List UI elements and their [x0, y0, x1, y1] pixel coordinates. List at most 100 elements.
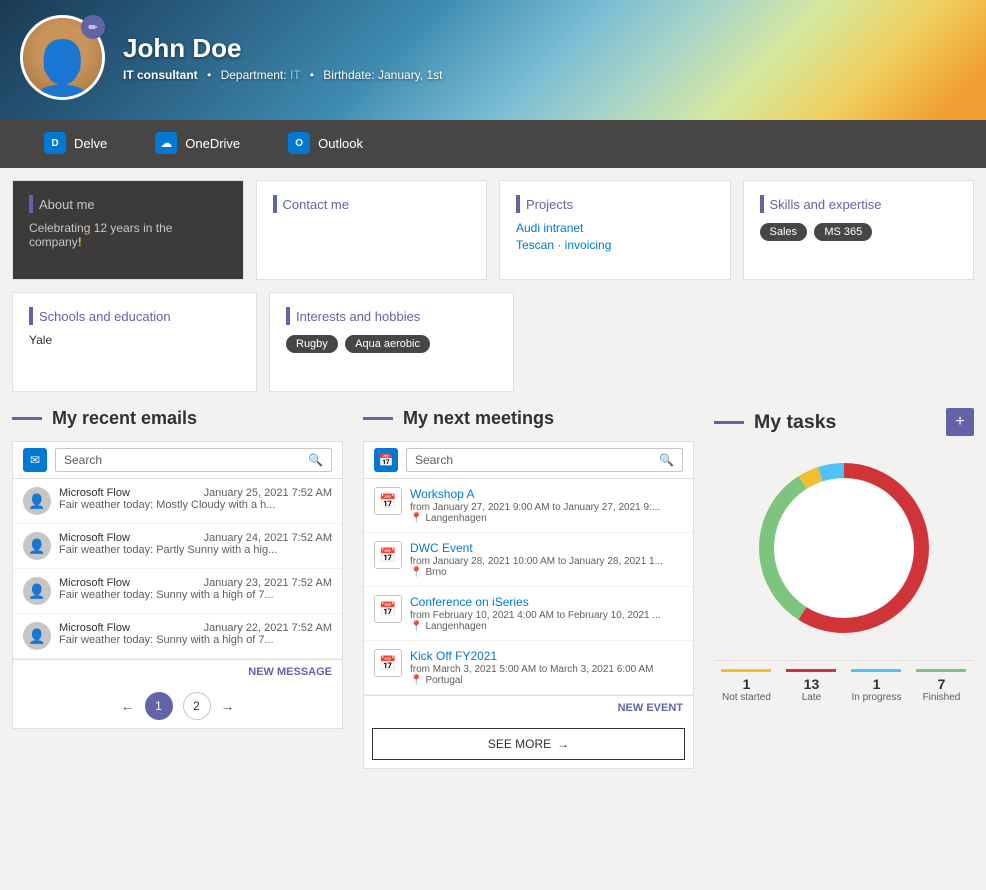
new-message-button[interactable]: NEW MESSAGE: [13, 659, 342, 684]
meetings-panel: 📅 Search 🔍 📅 Workshop A from January 27,…: [363, 441, 694, 769]
bottom-section: My recent emails ✉ Search 🔍 👤 Microsoft …: [0, 408, 986, 781]
meetings-search-input[interactable]: Search 🔍: [406, 448, 683, 472]
meeting-item[interactable]: 📅 Workshop A from January 27, 2021 9:00 …: [364, 479, 693, 533]
projects-card: Projects Audi intranet Tescan · invoicin…: [499, 180, 731, 280]
cards-section: About me Celebrating 12 years in the com…: [0, 168, 986, 392]
email-avatar: 👤: [23, 487, 51, 515]
legend-bar-not-started: [721, 669, 771, 672]
delve-icon: D: [44, 132, 66, 154]
about-body: Celebrating 12 years in the company!: [29, 221, 227, 249]
email-header: Microsoft Flow January 24, 2021 7:52 AM: [59, 532, 332, 544]
legend-late: 13 Late: [786, 669, 836, 703]
dept-label: Department: IT: [221, 68, 301, 82]
spacer: [526, 292, 974, 392]
skills-body: Sales MS 365: [760, 221, 958, 241]
schools-title: Schools and education: [29, 307, 240, 325]
meeting-calendar-icon: 📅: [374, 649, 402, 677]
meetings-header: My next meetings: [363, 408, 694, 429]
email-header: Microsoft Flow January 23, 2021 7:52 AM: [59, 577, 332, 589]
see-more-button[interactable]: SEE MORE →: [372, 728, 685, 760]
page-2-button[interactable]: 2: [183, 692, 211, 720]
email-avatar: 👤: [23, 622, 51, 650]
cards-row-2: Schools and education Yale Interests and…: [12, 292, 974, 392]
email-content: Microsoft Flow January 22, 2021 7:52 AM …: [59, 622, 332, 646]
tasks-title: My tasks: [754, 411, 836, 434]
projects-title: Projects: [516, 195, 714, 213]
task-legend: 1 Not started 13 Late 1 In progress 7 Fi…: [714, 660, 974, 711]
prev-page-button[interactable]: ←: [121, 698, 135, 714]
profile-title: IT consultant: [123, 68, 198, 82]
meeting-location: 📍 Portugal: [410, 675, 683, 686]
emails-header-line: [12, 417, 42, 420]
meeting-calendar-icon: 📅: [374, 541, 402, 569]
emails-title: My recent emails: [52, 408, 197, 429]
emails-panel: ✉ Search 🔍 👤 Microsoft Flow January 25, …: [12, 441, 343, 729]
email-avatar: 👤: [23, 532, 51, 560]
schools-body: Yale: [29, 333, 240, 347]
interests-title: Interests and hobbies: [286, 307, 497, 325]
projects-body: Audi intranet Tescan · invoicing: [516, 221, 714, 252]
profile-info: John Doe IT consultant • Department: IT …: [123, 33, 442, 82]
interest-tag-2: Aqua aerobic: [345, 335, 430, 353]
birthdate: Birthdate: January, 1st: [323, 68, 442, 82]
meeting-calendar-icon: 📅: [374, 595, 402, 623]
email-item[interactable]: 👤 Microsoft Flow January 22, 2021 7:52 A…: [13, 614, 342, 659]
next-page-button[interactable]: →: [221, 698, 235, 714]
nav-item-outlook[interactable]: O Outlook: [264, 120, 387, 168]
nav-item-delve[interactable]: D Delve: [20, 120, 131, 168]
page-1-button[interactable]: 1: [145, 692, 173, 720]
nav-item-onedrive[interactable]: ☁ OneDrive: [131, 120, 264, 168]
email-content: Microsoft Flow January 24, 2021 7:52 AM …: [59, 532, 332, 556]
emails-search-bar: ✉ Search 🔍: [13, 442, 342, 479]
project-link-1[interactable]: Audi intranet: [516, 221, 714, 235]
about-title: About me: [29, 195, 227, 213]
email-item[interactable]: 👤 Microsoft Flow January 25, 2021 7:52 A…: [13, 479, 342, 524]
outlook-icon: O: [288, 132, 310, 154]
nav-label-onedrive: OneDrive: [185, 136, 240, 151]
avatar-wrap: ✏: [20, 15, 105, 100]
three-col: My recent emails ✉ Search 🔍 👤 Microsoft …: [12, 408, 974, 769]
meetings-title: My next meetings: [403, 408, 554, 429]
meeting-calendar-icon: 📅: [374, 487, 402, 515]
location-icon: 📍: [410, 675, 422, 686]
nav-label-delve: Delve: [74, 136, 107, 151]
new-event-button[interactable]: NEW EVENT: [364, 695, 693, 720]
legend-bar-late: [786, 669, 836, 672]
tasks-donut-chart: [714, 448, 974, 648]
meeting-location: 📍 Brno: [410, 567, 683, 578]
project-link-2[interactable]: Tescan · invoicing: [516, 238, 714, 252]
nav-bar: D Delve ☁ OneDrive O Outlook: [0, 120, 986, 168]
legend-in-progress: 1 In progress: [851, 669, 901, 703]
meeting-item[interactable]: 📅 DWC Event from January 28, 2021 10:00 …: [364, 533, 693, 587]
nav-label-outlook: Outlook: [318, 136, 363, 151]
meeting-location: 📍 Langenhagen: [410, 621, 683, 632]
legend-bar-finished: [916, 669, 966, 672]
meetings-header-line: [363, 417, 393, 420]
emails-search-input[interactable]: Search 🔍: [55, 448, 332, 472]
tasks-column: My tasks +: [714, 408, 974, 769]
emails-header: My recent emails: [12, 408, 343, 429]
contact-title: Contact me: [273, 195, 471, 213]
email-avatar: 👤: [23, 577, 51, 605]
email-content: Microsoft Flow January 25, 2021 7:52 AM …: [59, 487, 332, 511]
emails-outlook-icon: ✉: [23, 448, 47, 472]
meetings-column: My next meetings 📅 Search 🔍 📅 Workshop A…: [363, 408, 694, 769]
email-content: Microsoft Flow January 23, 2021 7:52 AM …: [59, 577, 332, 601]
add-task-button[interactable]: +: [946, 408, 974, 436]
email-item[interactable]: 👤 Microsoft Flow January 24, 2021 7:52 A…: [13, 524, 342, 569]
legend-not-started: 1 Not started: [721, 669, 771, 703]
email-header: Microsoft Flow January 25, 2021 7:52 AM: [59, 487, 332, 499]
legend-finished: 7 Finished: [916, 669, 966, 703]
meeting-location: 📍 Langenhagen: [410, 513, 683, 524]
meeting-content: Kick Off FY2021 from March 3, 2021 5:00 …: [410, 649, 683, 686]
meeting-content: Conference on iSeries from February 10, …: [410, 595, 683, 632]
meeting-item[interactable]: 📅 Kick Off FY2021 from March 3, 2021 5:0…: [364, 641, 693, 695]
cards-row-1: About me Celebrating 12 years in the com…: [12, 180, 974, 280]
location-icon: 📍: [410, 513, 422, 524]
email-item[interactable]: 👤 Microsoft Flow January 23, 2021 7:52 A…: [13, 569, 342, 614]
edit-profile-icon[interactable]: ✏: [81, 15, 105, 39]
meeting-item[interactable]: 📅 Conference on iSeries from February 10…: [364, 587, 693, 641]
tasks-header: My tasks +: [714, 408, 974, 436]
meetings-outlook-icon: 📅: [374, 448, 398, 472]
meetings-search-icon: 🔍: [659, 453, 674, 467]
